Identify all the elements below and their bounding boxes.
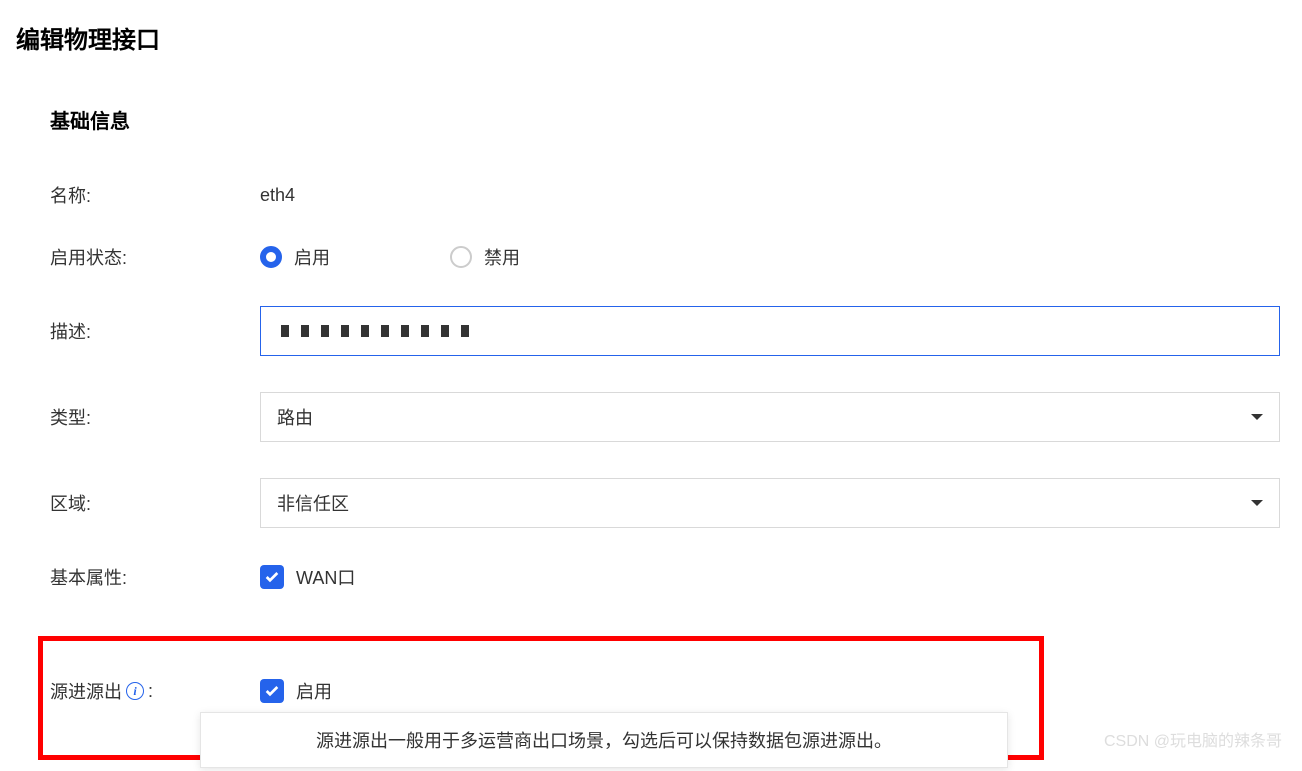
- radio-circle-icon: [450, 246, 472, 268]
- radio-circle-icon: [260, 246, 282, 268]
- type-select[interactable]: 路由: [260, 392, 1280, 442]
- zone-select[interactable]: 非信任区: [260, 478, 1280, 528]
- row-zone: 区域: 非信任区: [0, 460, 1302, 546]
- row-type: 类型: 路由: [0, 374, 1302, 460]
- tooltip-source-in-out: 源进源出一般用于多运营商出口场景，勾选后可以保持数据包源进源出。: [200, 712, 1008, 768]
- wan-checkbox-label: WAN口: [296, 564, 355, 590]
- section-title: 基础信息: [0, 55, 1302, 164]
- source-enable-label: 启用: [296, 678, 332, 704]
- chevron-down-icon: [1251, 500, 1263, 506]
- radio-enable-label: 启用: [294, 244, 330, 270]
- label-enable-state: 启用状态:: [50, 244, 260, 270]
- row-name: 名称: eth4: [0, 164, 1302, 226]
- description-input[interactable]: [260, 306, 1280, 356]
- label-type: 类型:: [50, 404, 260, 430]
- zone-select-value: 非信任区: [277, 490, 349, 516]
- watermark: CSDN @玩电脑的辣条哥: [1104, 727, 1282, 751]
- check-icon: [264, 683, 280, 699]
- radio-enable[interactable]: 启用: [260, 244, 330, 270]
- radio-disable[interactable]: 禁用: [450, 244, 520, 270]
- row-enable-state: 启用状态: 启用 禁用: [0, 226, 1302, 288]
- chevron-down-icon: [1251, 414, 1263, 420]
- page-title: 编辑物理接口: [0, 0, 1302, 55]
- source-enable-checkbox[interactable]: [260, 679, 284, 703]
- label-description: 描述:: [50, 318, 260, 344]
- info-icon[interactable]: i: [126, 682, 144, 700]
- value-name: eth4: [260, 185, 295, 206]
- check-icon: [264, 569, 280, 585]
- radio-disable-label: 禁用: [484, 244, 520, 270]
- label-basic-attr: 基本属性:: [50, 564, 260, 590]
- label-zone: 区域:: [50, 490, 260, 516]
- type-select-value: 路由: [277, 404, 313, 430]
- row-basic-attr: 基本属性: WAN口: [0, 546, 1302, 608]
- row-description: 描述:: [0, 288, 1302, 374]
- label-source-in-out: 源进源出 i :: [50, 678, 260, 704]
- label-name: 名称:: [50, 182, 260, 208]
- wan-checkbox[interactable]: [260, 565, 284, 589]
